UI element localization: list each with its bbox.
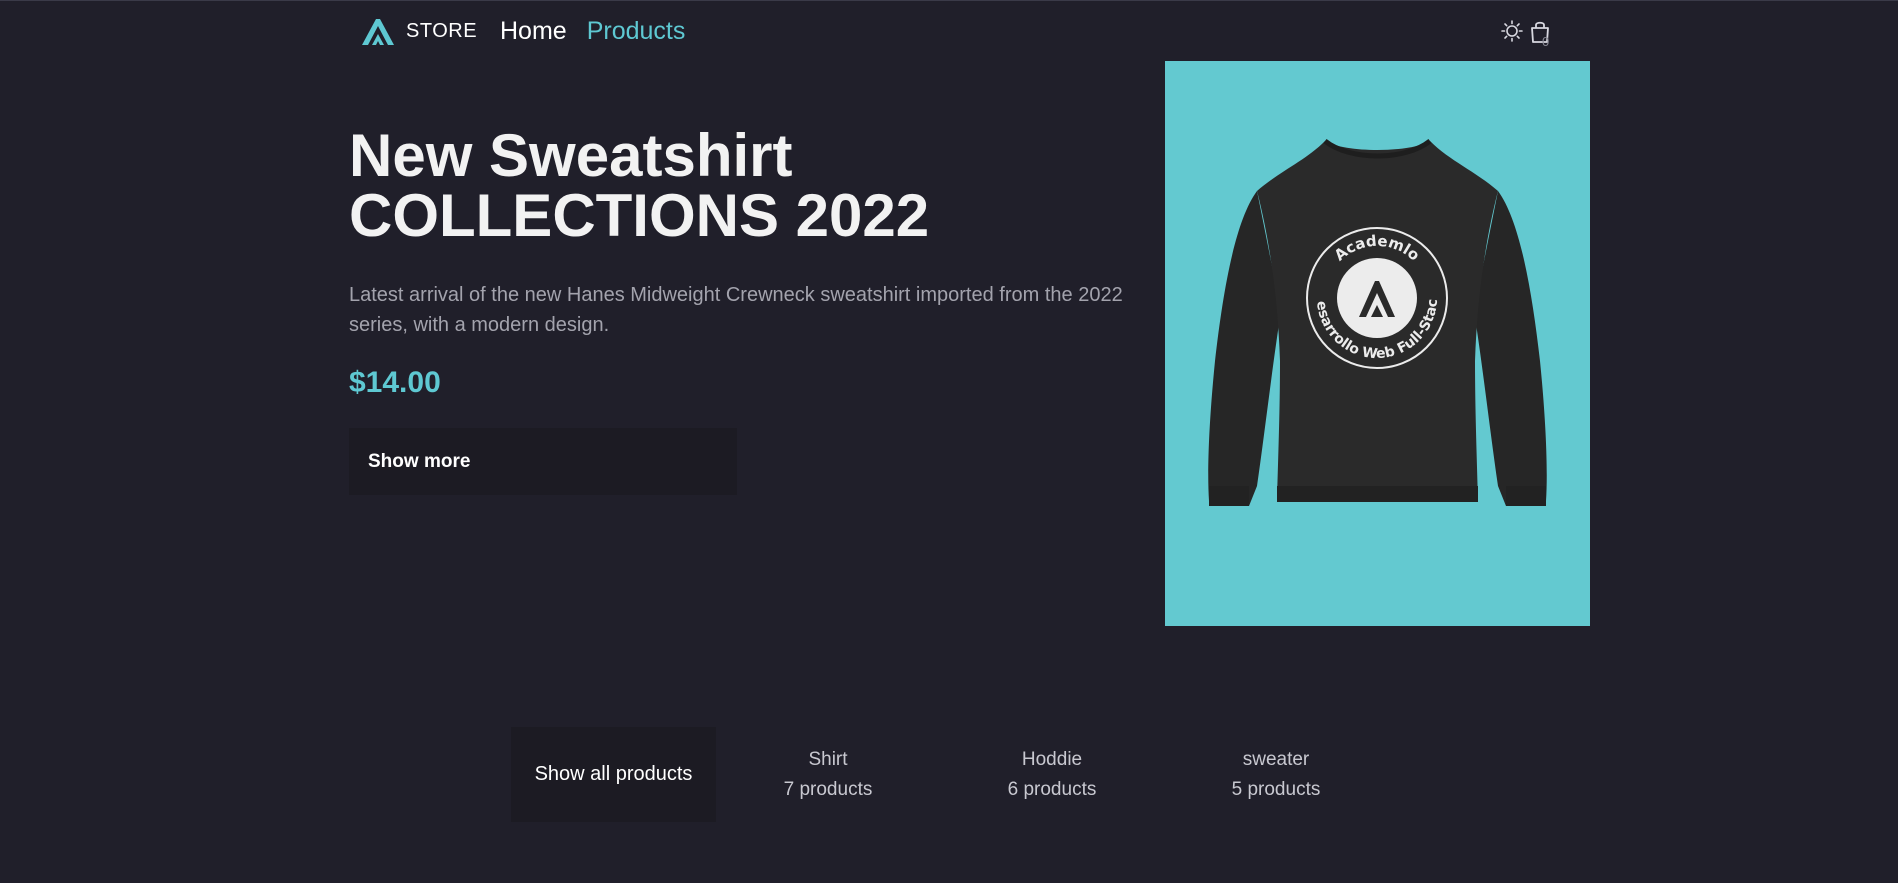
hero-description: Latest arrival of the new Hanes Midweigh… — [349, 284, 1123, 336]
logo[interactable]: STORE — [358, 12, 477, 50]
category-sweater[interactable]: sweater 5 products — [1164, 727, 1388, 822]
category-name: sweater — [1242, 748, 1310, 770]
show-all-products-button[interactable]: Show all products — [511, 727, 716, 822]
shopping-bag-icon[interactable]: 0 — [1528, 18, 1552, 49]
site-header: STORE Home Products 0 — [358, 12, 1549, 50]
category-name: Shirt — [808, 748, 848, 770]
nav-products[interactable]: Products — [587, 17, 686, 46]
category-count: 6 products — [1007, 778, 1097, 800]
main-nav: Home Products — [500, 12, 685, 50]
category-name: Hoddie — [1021, 748, 1083, 770]
category-hoddie[interactable]: Hoddie 6 products — [940, 727, 1164, 822]
logo-icon — [362, 19, 394, 45]
sun-icon[interactable] — [1500, 18, 1524, 44]
hero-price: $14.00 — [349, 366, 441, 399]
hero-title-line2: COLLECTIONS 2022 — [349, 182, 930, 249]
nav-home[interactable]: Home — [500, 17, 567, 46]
sweatshirt-illustration: Academlo Desarrollo Web Full-Stack — [1165, 61, 1547, 506]
category-count: 7 products — [783, 778, 873, 800]
category-count: 5 products — [1231, 778, 1321, 800]
hero-title: New Sweatshirt COLLECTIONS 2022 — [349, 126, 1049, 246]
header-icons: 0 — [1500, 18, 1552, 49]
hero-title-line1: New Sweatshirt — [349, 122, 793, 189]
top-border — [0, 0, 1898, 1]
hero-product-image[interactable]: Academlo Desarrollo Web Full-Stack — [1165, 61, 1590, 626]
logo-text: STORE — [406, 19, 478, 42]
category-filter: Show all products Shirt 7 products Hoddi… — [511, 727, 1388, 822]
cart-count: 0 — [1542, 34, 1550, 49]
show-more-button[interactable]: Show more — [349, 428, 737, 495]
category-shirt[interactable]: Shirt 7 products — [716, 727, 940, 822]
